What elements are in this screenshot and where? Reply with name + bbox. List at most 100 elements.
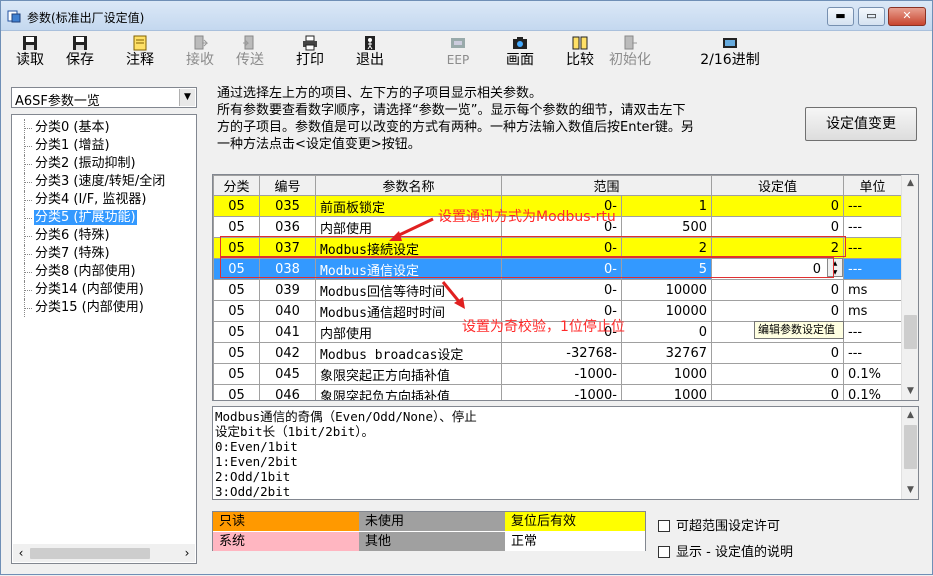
cell-value[interactable]: 0 bbox=[711, 279, 844, 301]
cell-range-max: 10000 bbox=[621, 300, 712, 322]
cell-range-max: 1000 bbox=[621, 363, 712, 385]
scroll-thumb[interactable] bbox=[30, 548, 150, 559]
tree-item[interactable]: 分类1 (增益) bbox=[12, 137, 196, 155]
scroll-down-icon[interactable]: ▼ bbox=[902, 383, 918, 400]
cell-number: 046 bbox=[259, 384, 316, 400]
send-icon bbox=[233, 35, 267, 51]
cell-range-max: 0 bbox=[621, 321, 712, 343]
description-vertical-scrollbar[interactable]: ▲ ▼ bbox=[901, 407, 918, 499]
change-setting-button[interactable]: 设定值变更 bbox=[805, 107, 917, 141]
description-line: 0:Even/1bit bbox=[215, 439, 298, 454]
exit-button[interactable]: 退出 bbox=[353, 35, 387, 73]
tree-item[interactable]: 分类3 (速度/转矩/全闭 bbox=[12, 173, 196, 191]
info-text: 通过选择左上方的项目、左下方的子项目显示相关参数。 所有参数要查看数字顺序，请选… bbox=[217, 85, 797, 153]
tree-item[interactable]: 分类4 (I/F, 监视器) bbox=[12, 191, 196, 209]
cell-number: 045 bbox=[259, 363, 316, 385]
window-title: 参数(标准出厂设定值) bbox=[27, 11, 145, 25]
cell-value[interactable]: 0 bbox=[711, 216, 844, 238]
floppy-save-icon bbox=[63, 35, 97, 51]
screen-label: 画面 bbox=[506, 52, 534, 68]
header-unit[interactable]: 单位 bbox=[843, 175, 902, 196]
minimize-button[interactable]: ▬ bbox=[827, 7, 854, 26]
cell-value[interactable]: 0 bbox=[711, 195, 844, 217]
send-button[interactable]: 传送 bbox=[233, 35, 267, 73]
eep-label: EEP bbox=[446, 53, 470, 67]
maximize-button[interactable]: ▭ bbox=[858, 7, 885, 26]
description-line: 2:Odd/1bit bbox=[215, 469, 291, 484]
table-row[interactable]: 05 042 Modbus broadcas设定 -32768- 32767 0 --- bbox=[213, 342, 902, 364]
scroll-right-icon[interactable]: › bbox=[180, 546, 194, 560]
description-panel: Modbus通信的奇偶（Even/Odd/None）、停止 设定bit长（1bi… bbox=[212, 406, 919, 500]
table-row[interactable]: 05 045 象限突起正方向插补值 -1000- 1000 0 0.1% bbox=[213, 363, 902, 385]
cell-name: Modbus broadcas设定 bbox=[315, 342, 502, 364]
category-tree: 分类0 (基本) 分类1 (增益) 分类2 (振动抑制) 分类3 (速度/转矩/全闭分… bbox=[11, 114, 197, 564]
exit-label: 退出 bbox=[356, 52, 384, 68]
header-range[interactable]: 范围 bbox=[501, 175, 712, 196]
compare-button[interactable]: 比较 bbox=[563, 35, 597, 73]
cell-range-max: 10000 bbox=[621, 279, 712, 301]
cell-unit: --- bbox=[843, 216, 902, 238]
tree-item[interactable]: 分类8 (内部使用) bbox=[12, 263, 196, 281]
initialize-label: 初始化 bbox=[609, 52, 651, 68]
show-description-checkbox[interactable]: 显示 - 设定值的说明 bbox=[658, 541, 793, 560]
scroll-down-icon[interactable]: ▼ bbox=[902, 482, 919, 499]
legend-other: 其他 bbox=[359, 532, 505, 551]
cell-unit: --- bbox=[843, 258, 902, 280]
tree-horizontal-scrollbar[interactable]: ‹ › bbox=[13, 544, 195, 562]
tree-item[interactable]: 分类0 (基本) bbox=[12, 119, 196, 137]
screen-button[interactable]: 画面 bbox=[503, 35, 537, 73]
scroll-left-icon[interactable]: ‹ bbox=[14, 546, 28, 560]
receive-button[interactable]: 接收 bbox=[183, 35, 217, 73]
description-line: 1:Even/2bit bbox=[215, 454, 298, 469]
scroll-up-icon[interactable]: ▲ bbox=[902, 407, 919, 424]
printer-icon bbox=[293, 35, 327, 51]
eep-button[interactable]: EEP bbox=[441, 35, 475, 73]
table-row[interactable]: 05 046 象限突起负方向插补值 -1000- 1000 0 0.1% bbox=[213, 384, 902, 400]
hex-label: 2/16进制 bbox=[700, 52, 760, 68]
cell-range-min: -1000- bbox=[501, 363, 622, 385]
description-line: Modbus通信的奇偶（Even/Odd/None）、停止 bbox=[215, 409, 477, 424]
tree-item[interactable]: 分类14 (内部使用) bbox=[12, 281, 196, 299]
camera-icon bbox=[503, 35, 537, 51]
note-button[interactable]: 注释 bbox=[123, 35, 157, 73]
checkbox-box[interactable] bbox=[658, 520, 670, 532]
cell-name: 象限突起正方向插补值 bbox=[315, 363, 502, 385]
cell-class: 05 bbox=[213, 216, 260, 238]
close-button[interactable]: ✕ bbox=[888, 7, 926, 26]
compare-icon bbox=[563, 35, 597, 51]
chevron-down-icon[interactable]: ▼ bbox=[179, 89, 195, 106]
print-button[interactable]: 打印 bbox=[293, 35, 327, 73]
header-number[interactable]: 编号 bbox=[259, 175, 316, 196]
note-label: 注释 bbox=[126, 52, 154, 68]
header-value[interactable]: 设定值 bbox=[711, 175, 844, 196]
cell-value[interactable]: 0 bbox=[711, 300, 844, 322]
title-bar: 参数(标准出厂设定值) ▬ ▭ ✕ bbox=[1, 1, 932, 31]
scroll-up-icon[interactable]: ▲ bbox=[902, 175, 918, 192]
header-class[interactable]: 分类 bbox=[213, 175, 260, 196]
grid-vertical-scrollbar[interactable]: ▲ ▼ bbox=[901, 175, 918, 400]
allow-out-of-range-checkbox[interactable]: 可超范围设定许可 bbox=[658, 515, 780, 534]
cell-range-min: -32768- bbox=[501, 342, 622, 364]
tree-item[interactable]: 分类5 (扩展功能) bbox=[12, 209, 196, 227]
cell-value[interactable]: 0 bbox=[711, 342, 844, 364]
legend-unused: 未使用 bbox=[359, 512, 505, 531]
table-row[interactable]: 05 039 Modbus回信等待时间 0- 10000 0 ms bbox=[213, 279, 902, 301]
header-name[interactable]: 参数名称 bbox=[315, 175, 502, 196]
scroll-thumb[interactable] bbox=[904, 425, 917, 469]
scroll-thumb[interactable] bbox=[904, 315, 917, 349]
tree-item[interactable]: 分类2 (振动抑制) bbox=[12, 155, 196, 173]
checkbox-box[interactable] bbox=[658, 546, 670, 558]
initialize-button[interactable]: 初始化 bbox=[607, 35, 653, 73]
cell-value[interactable]: 0 bbox=[711, 384, 844, 400]
read-button[interactable]: 读取 bbox=[13, 35, 47, 73]
tree-item[interactable]: 分类15 (内部使用) bbox=[12, 299, 196, 317]
tree-item[interactable]: 分类6 (特殊) bbox=[12, 227, 196, 245]
cell-value[interactable]: 0 bbox=[711, 363, 844, 385]
send-label: 传送 bbox=[236, 52, 264, 68]
hex-toggle-button[interactable]: 2/16进制 bbox=[699, 35, 761, 73]
tree-item[interactable]: 分类7 (特殊) bbox=[12, 245, 196, 263]
info-line: 通过选择左上方的项目、左下方的子项目显示相关参数。 bbox=[217, 86, 543, 101]
save-button[interactable]: 保存 bbox=[63, 35, 97, 73]
parameter-window: 参数(标准出厂设定值) ▬ ▭ ✕ 读取 保存 注释 接收 传送 打印 退出 E… bbox=[0, 0, 933, 575]
parameter-list-combo[interactable]: A6SF参数一览 ▼ bbox=[11, 87, 197, 109]
